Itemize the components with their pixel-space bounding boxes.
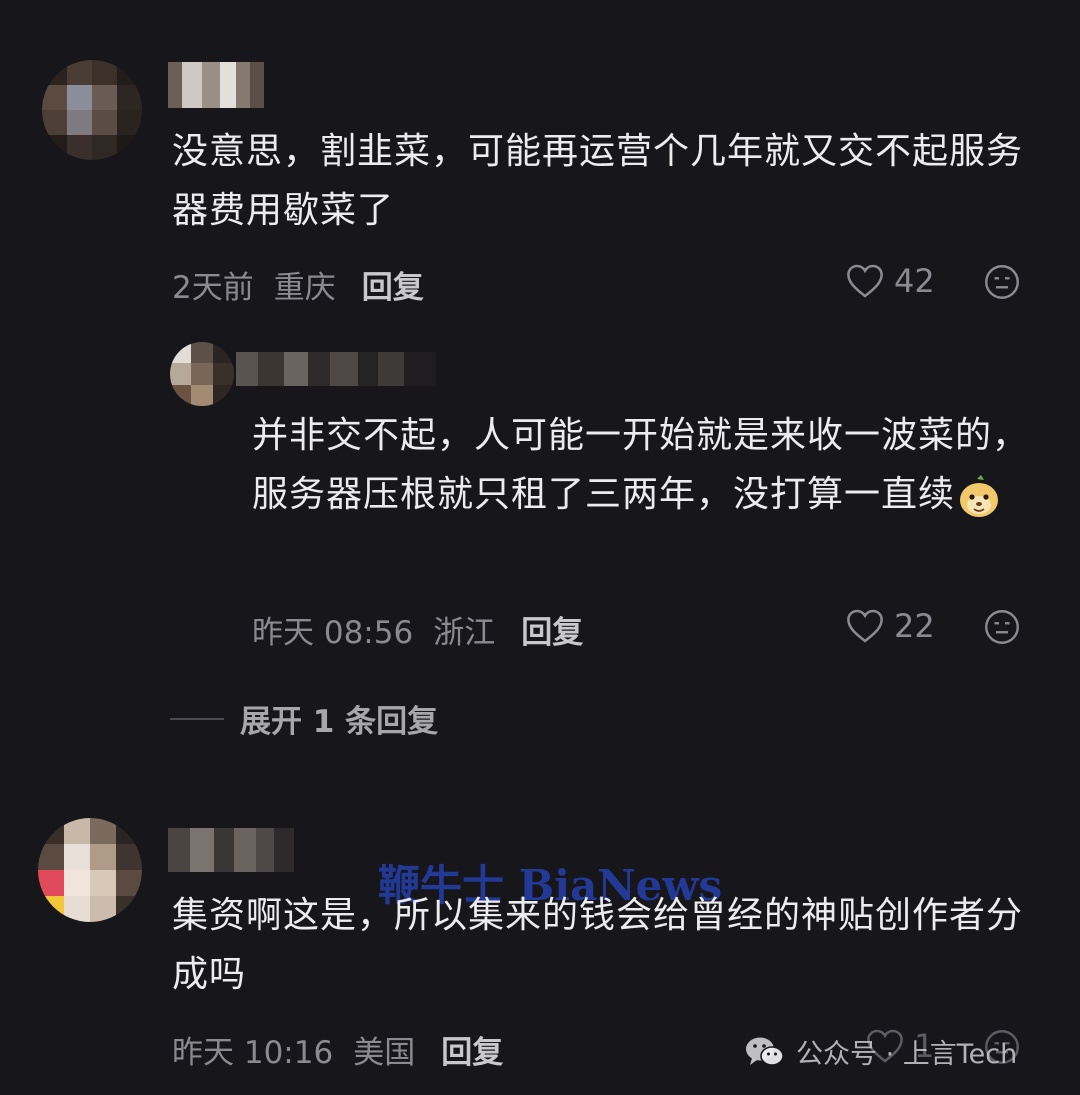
username-pixelated[interactable] bbox=[168, 62, 264, 108]
reply-button[interactable]: 回复 bbox=[521, 607, 583, 652]
like-count: 22 bbox=[894, 607, 935, 645]
comment-location: 美国 bbox=[353, 1035, 416, 1071]
comment-text: 集资啊这是，所以集来的钱会给曾经的神贴创作者分成吗 bbox=[172, 895, 1024, 995]
comment-meta: 昨天 08:56 浙江 回复 bbox=[252, 607, 583, 652]
expand-replies-label: 展开 1 条回复 bbox=[240, 704, 439, 740]
comment-meta: 2天前 重庆 回复 bbox=[172, 262, 424, 307]
comment-text: 并非交不起，人可能一开始就是来收一波菜的，服务器压根就只租了三两年，没打算一直续 bbox=[252, 406, 1042, 524]
username-pixelated[interactable] bbox=[236, 352, 436, 386]
like-count: 42 bbox=[894, 262, 935, 300]
username-pixelated[interactable] bbox=[168, 828, 294, 872]
wechat-account-mark: 公众号 · 上言Tech bbox=[744, 1032, 1017, 1071]
comment-time: 昨天 08:56 bbox=[252, 615, 414, 651]
wechat-account-label: 公众号 · 上言Tech bbox=[796, 1039, 1018, 1070]
avatar[interactable] bbox=[38, 818, 142, 922]
reply-button[interactable]: 回复 bbox=[441, 1027, 503, 1072]
comment-location: 重庆 bbox=[273, 270, 336, 306]
expand-replies-button[interactable]: 展开 1 条回复 bbox=[170, 696, 438, 741]
like-button[interactable]: 42 bbox=[846, 262, 935, 300]
avatar[interactable] bbox=[42, 60, 142, 160]
comment-time: 2天前 bbox=[172, 270, 254, 306]
comment-body: 并非交不起，人可能一开始就是来收一波菜的，服务器压根就只租了三两年，没打算一直续 bbox=[252, 415, 1030, 515]
avatar[interactable] bbox=[170, 342, 234, 406]
comment-time: 昨天 10:16 bbox=[172, 1035, 334, 1071]
reply-button[interactable]: 回复 bbox=[362, 262, 424, 307]
like-button[interactable]: 22 bbox=[846, 607, 935, 645]
comment-text: 没意思，割韭菜，可能再运营个几年就又交不起服务器费用歇菜了 bbox=[172, 131, 1024, 231]
heart-icon bbox=[846, 608, 884, 644]
comment-location: 浙江 bbox=[433, 615, 496, 651]
comment-meta: 昨天 10:16 美国 回复 bbox=[172, 1027, 503, 1072]
emoji-sticker-icon bbox=[957, 473, 1001, 519]
dislike-face-icon[interactable] bbox=[984, 264, 1020, 300]
expand-divider bbox=[170, 717, 224, 720]
dislike-face-icon[interactable] bbox=[984, 609, 1020, 645]
heart-icon bbox=[846, 263, 884, 299]
wechat-icon bbox=[744, 1034, 786, 1070]
